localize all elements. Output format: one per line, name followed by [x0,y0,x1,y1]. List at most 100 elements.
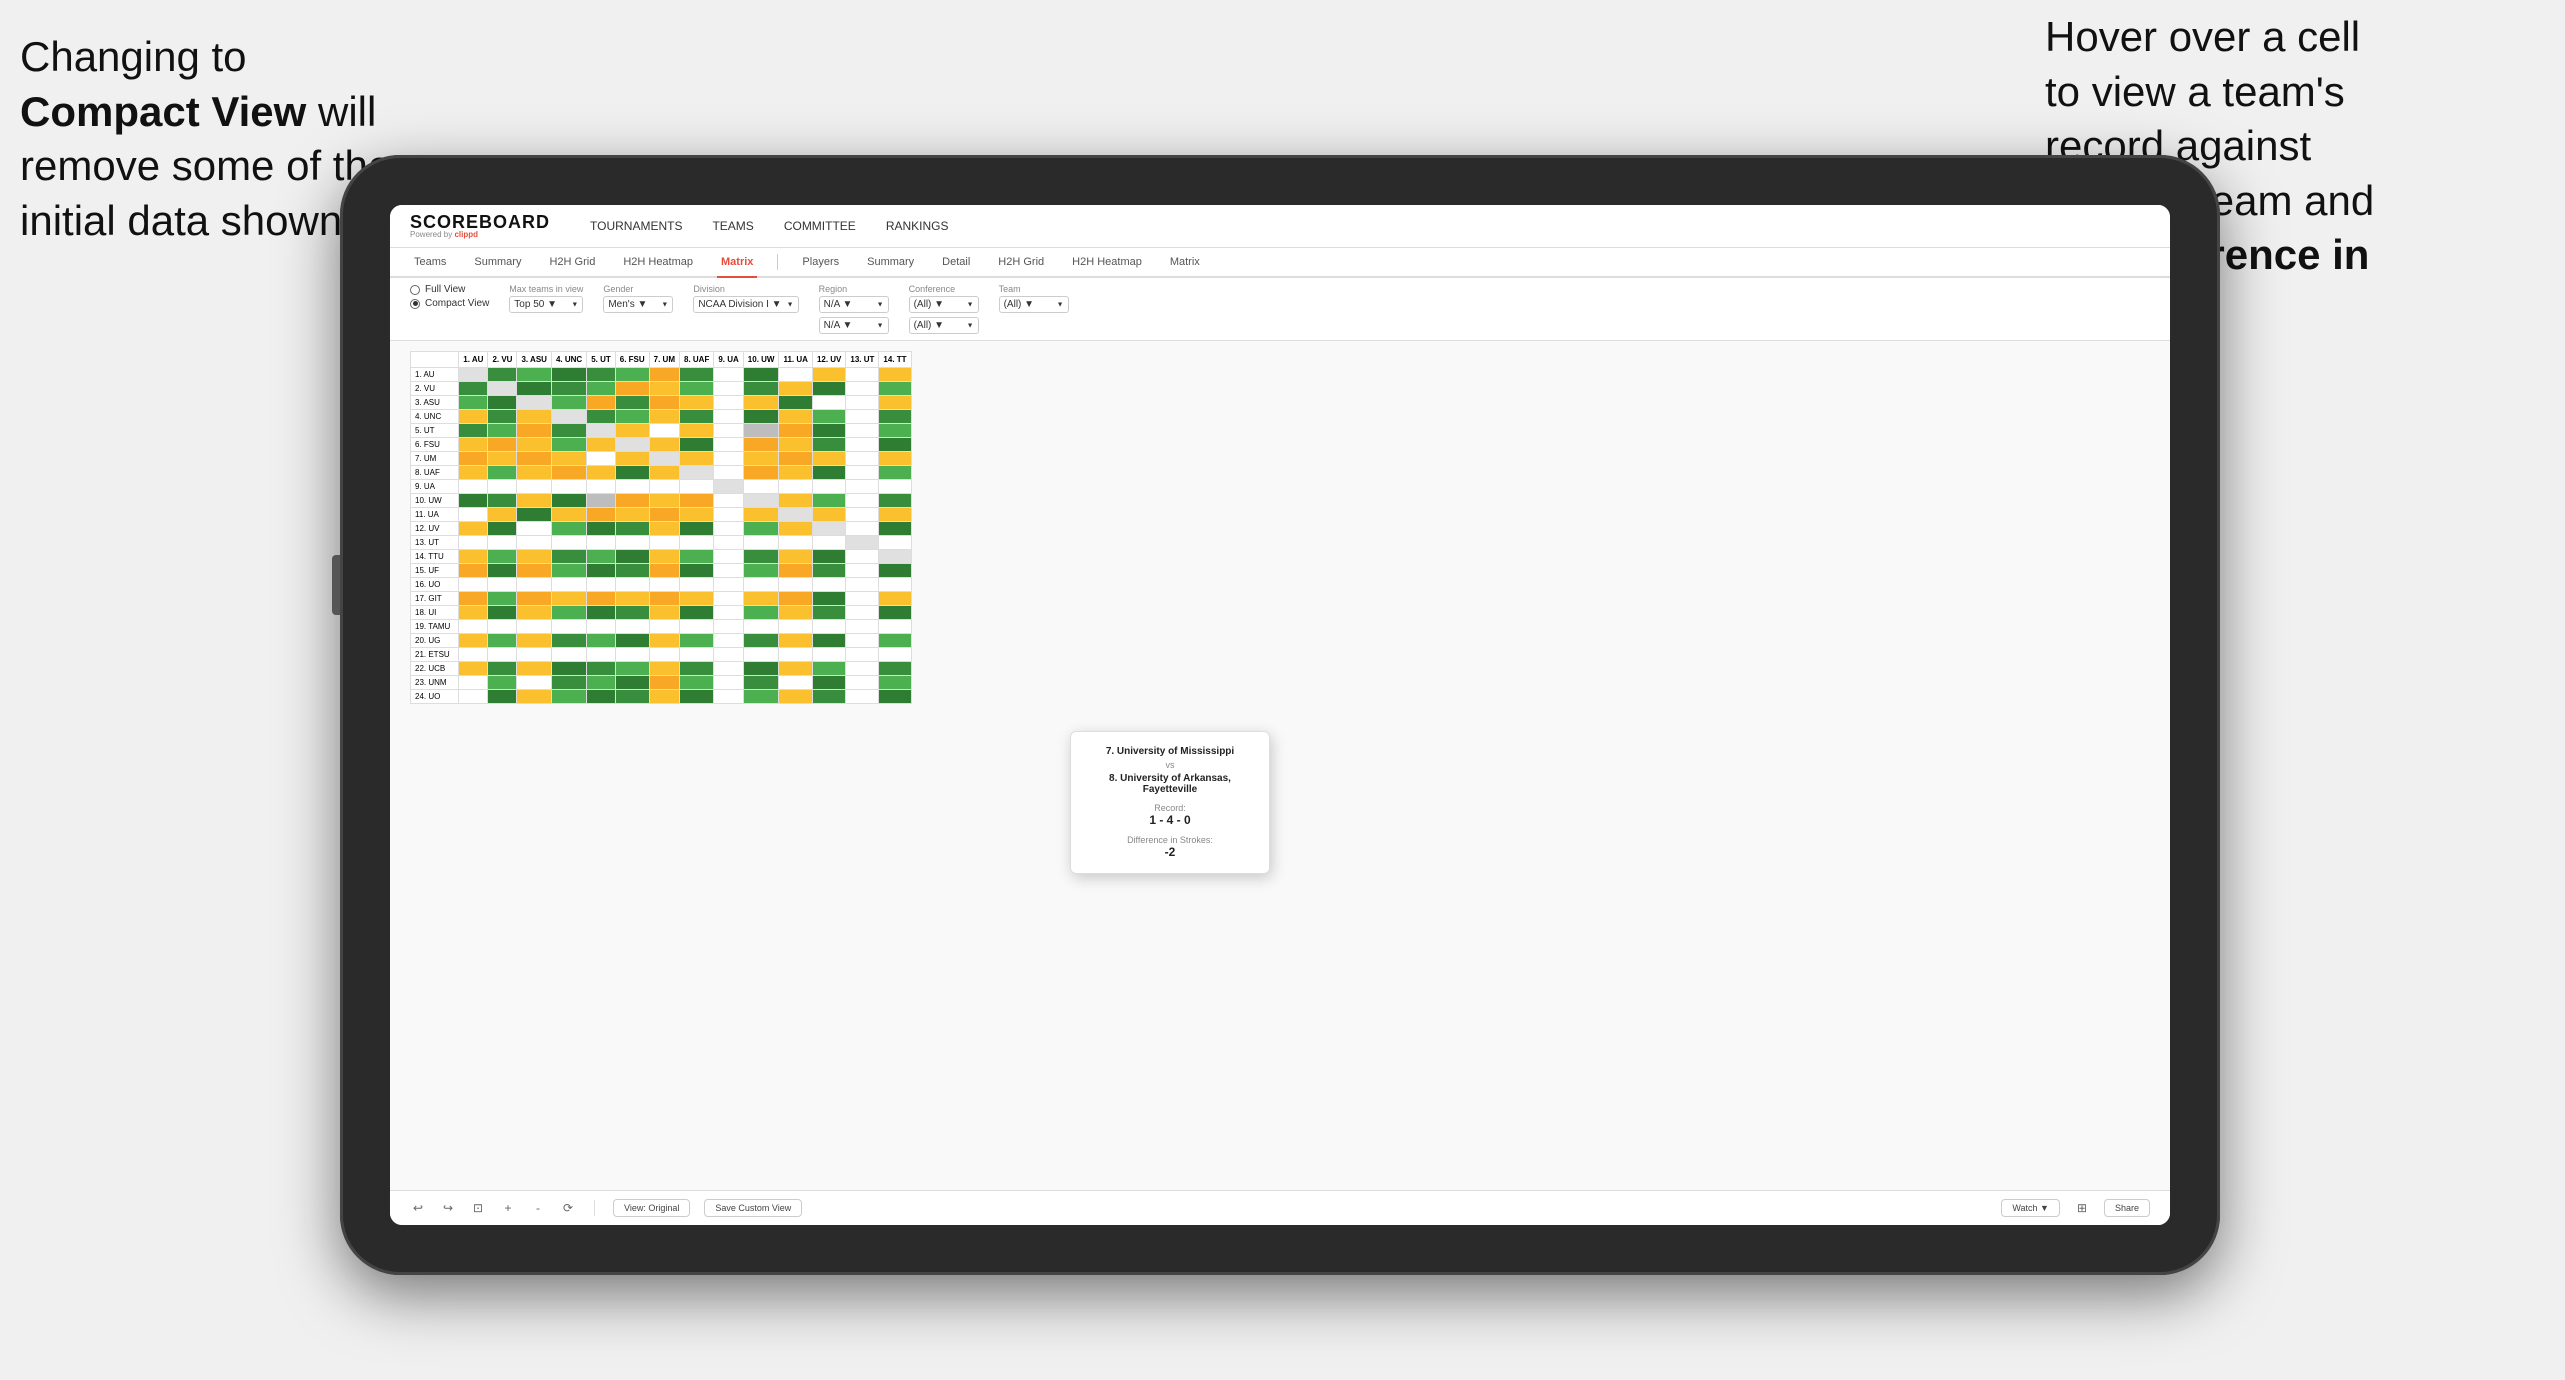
matrix-cell-22-9[interactable] [743,676,779,690]
matrix-cell-14-1[interactable] [488,564,517,578]
matrix-cell-2-11[interactable] [812,396,845,410]
matrix-cell-0-6[interactable] [649,368,679,382]
matrix-cell-6-4[interactable] [587,452,616,466]
matrix-cell-3-5[interactable] [615,410,649,424]
matrix-cell-5-9[interactable] [743,438,779,452]
matrix-cell-11-11[interactable] [812,522,845,536]
matrix-cell-7-3[interactable] [551,466,586,480]
matrix-cell-6-7[interactable] [680,452,714,466]
matrix-cell-10-1[interactable] [488,508,517,522]
matrix-cell-1-11[interactable] [812,382,845,396]
matrix-cell-12-12[interactable] [846,536,879,550]
matrix-cell-3-12[interactable] [846,410,879,424]
matrix-cell-22-8[interactable] [714,676,743,690]
matrix-cell-9-7[interactable] [680,494,714,508]
tab-teams[interactable]: Teams [410,248,450,278]
matrix-cell-5-4[interactable] [587,438,616,452]
matrix-cell-4-10[interactable] [779,424,812,438]
matrix-cell-17-0[interactable] [459,606,488,620]
matrix-cell-18-0[interactable] [459,620,488,634]
matrix-cell-14-12[interactable] [846,564,879,578]
matrix-cell-15-2[interactable] [517,578,552,592]
matrix-cell-18-2[interactable] [517,620,552,634]
matrix-cell-7-4[interactable] [587,466,616,480]
matrix-cell-13-12[interactable] [846,550,879,564]
matrix-cell-16-8[interactable] [714,592,743,606]
matrix-cell-7-9[interactable] [743,466,779,480]
matrix-cell-10-7[interactable] [680,508,714,522]
matrix-cell-11-12[interactable] [846,522,879,536]
matrix-cell-12-2[interactable] [517,536,552,550]
matrix-cell-8-6[interactable] [649,480,679,494]
gender-select[interactable]: Men's ▼ [603,296,673,313]
matrix-cell-4-13[interactable] [879,424,911,438]
matrix-cell-17-11[interactable] [812,606,845,620]
matrix-cell-19-12[interactable] [846,634,879,648]
matrix-cell-12-13[interactable] [879,536,911,550]
matrix-cell-12-1[interactable] [488,536,517,550]
matrix-cell-17-7[interactable] [680,606,714,620]
matrix-cell-15-1[interactable] [488,578,517,592]
matrix-cell-11-9[interactable] [743,522,779,536]
matrix-cell-16-13[interactable] [879,592,911,606]
zoom-in-icon[interactable]: + [500,1200,516,1216]
matrix-container[interactable]: 1. AU 2. VU 3. ASU 4. UNC 5. UT 6. FSU 7… [390,341,2170,1190]
matrix-cell-8-13[interactable] [879,480,911,494]
matrix-cell-19-4[interactable] [587,634,616,648]
matrix-cell-1-9[interactable] [743,382,779,396]
tab-h2h-grid-2[interactable]: H2H Grid [994,248,1048,278]
matrix-cell-8-1[interactable] [488,480,517,494]
matrix-cell-22-1[interactable] [488,676,517,690]
matrix-cell-20-9[interactable] [743,648,779,662]
matrix-cell-11-13[interactable] [879,522,911,536]
tab-h2h-heatmap-2[interactable]: H2H Heatmap [1068,248,1146,278]
matrix-cell-23-0[interactable] [459,690,488,704]
save-custom-view-button[interactable]: Save Custom View [704,1199,802,1217]
matrix-cell-9-8[interactable] [714,494,743,508]
matrix-cell-22-5[interactable] [615,676,649,690]
matrix-cell-0-2[interactable] [517,368,552,382]
matrix-cell-12-11[interactable] [812,536,845,550]
matrix-cell-4-3[interactable] [551,424,586,438]
matrix-cell-23-9[interactable] [743,690,779,704]
matrix-cell-0-0[interactable] [459,368,488,382]
matrix-cell-7-10[interactable] [779,466,812,480]
matrix-cell-17-3[interactable] [551,606,586,620]
matrix-cell-5-3[interactable] [551,438,586,452]
matrix-cell-10-4[interactable] [587,508,616,522]
matrix-cell-21-4[interactable] [587,662,616,676]
matrix-cell-22-12[interactable] [846,676,879,690]
matrix-cell-2-9[interactable] [743,396,779,410]
matrix-cell-15-8[interactable] [714,578,743,592]
view-original-button[interactable]: View: Original [613,1199,690,1217]
matrix-cell-16-11[interactable] [812,592,845,606]
matrix-cell-0-5[interactable] [615,368,649,382]
tab-players[interactable]: Players [798,248,843,278]
matrix-cell-18-6[interactable] [649,620,679,634]
matrix-cell-13-10[interactable] [779,550,812,564]
matrix-cell-4-0[interactable] [459,424,488,438]
matrix-cell-15-11[interactable] [812,578,845,592]
matrix-cell-16-5[interactable] [615,592,649,606]
matrix-cell-23-3[interactable] [551,690,586,704]
tab-h2h-grid-1[interactable]: H2H Grid [545,248,599,278]
matrix-cell-11-0[interactable] [459,522,488,536]
matrix-cell-12-0[interactable] [459,536,488,550]
matrix-cell-21-10[interactable] [779,662,812,676]
matrix-cell-21-11[interactable] [812,662,845,676]
matrix-cell-13-11[interactable] [812,550,845,564]
matrix-cell-6-6[interactable] [649,452,679,466]
matrix-cell-8-11[interactable] [812,480,845,494]
matrix-cell-18-11[interactable] [812,620,845,634]
matrix-cell-15-13[interactable] [879,578,911,592]
matrix-cell-18-5[interactable] [615,620,649,634]
matrix-cell-2-4[interactable] [587,396,616,410]
matrix-cell-4-12[interactable] [846,424,879,438]
matrix-cell-3-1[interactable] [488,410,517,424]
conference-select-1[interactable]: (All) ▼ [909,296,979,313]
matrix-cell-21-9[interactable] [743,662,779,676]
matrix-cell-12-7[interactable] [680,536,714,550]
matrix-cell-12-6[interactable] [649,536,679,550]
matrix-cell-9-5[interactable] [615,494,649,508]
matrix-cell-11-4[interactable] [587,522,616,536]
